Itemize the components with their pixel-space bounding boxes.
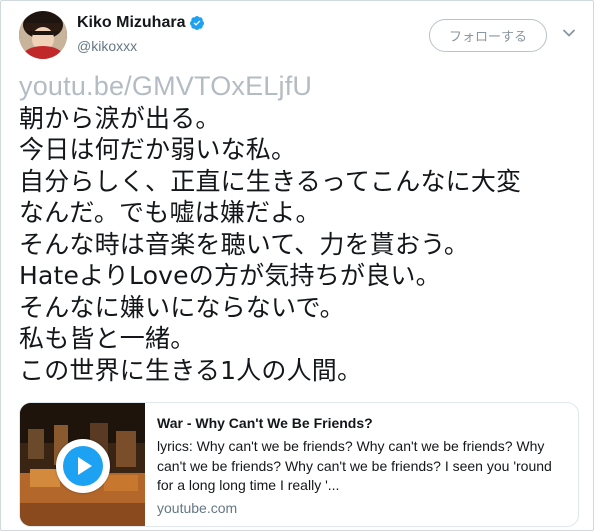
video-thumbnail[interactable] bbox=[20, 403, 145, 526]
tweet-line: 自分らしく、正直に生きるってこんなに大変 bbox=[19, 166, 522, 196]
card-description: lyrics: Why can't we be friends? Why can… bbox=[157, 438, 552, 493]
tweet-card: Kiko Mizuhara @kikoxxx フォローする youtu.be/G… bbox=[0, 0, 594, 531]
tweet-line: 今日は何だか弱いな私。 bbox=[19, 135, 297, 164]
link-preview-card[interactable]: War - Why Can't We Be Friends? lyrics: W… bbox=[19, 402, 579, 527]
tweet-text: youtu.be/GMVTOxELjfU 朝から涙が出る。 今日は何だか弱いな私… bbox=[19, 71, 579, 386]
tweet-line: この世界に生きる1人の人間。 bbox=[19, 355, 363, 385]
tweet-line: 私も皆と一緒。 bbox=[19, 324, 196, 353]
play-icon[interactable] bbox=[56, 439, 110, 493]
tweet-header: Kiko Mizuhara @kikoxxx フォローする bbox=[19, 11, 577, 61]
chevron-down-icon[interactable] bbox=[561, 25, 577, 41]
card-title: War - Why Can't We Be Friends? bbox=[157, 415, 373, 431]
card-domain: youtube.com bbox=[157, 499, 238, 516]
tweet-link[interactable]: youtu.be/GMVTOxELjfU bbox=[19, 71, 579, 103]
tweet-line: そんな時は音楽を聴いて、力を貰おう。 bbox=[19, 229, 470, 259]
author-block[interactable]: Kiko Mizuhara @kikoxxx bbox=[77, 12, 205, 56]
tweet-line: 朝から涙が出る。 bbox=[19, 103, 221, 133]
tweet-line: HateよりLoveの方が気持ちが良い。 bbox=[19, 261, 441, 290]
follow-button[interactable]: フォローする bbox=[429, 19, 547, 52]
author-display-name[interactable]: Kiko Mizuhara bbox=[77, 12, 185, 33]
tweet-line: なんだ。でも嘘は嫌だよ。 bbox=[19, 198, 321, 227]
author-name-row: Kiko Mizuhara bbox=[77, 12, 205, 33]
author-handle[interactable]: @kikoxxx bbox=[77, 36, 205, 56]
avatar[interactable] bbox=[19, 11, 67, 59]
tweet-line: そんなに嫌いにならないで。 bbox=[19, 292, 345, 322]
verified-badge-icon bbox=[189, 15, 205, 31]
card-content: War - Why Can't We Be Friends? lyrics: W… bbox=[157, 414, 566, 518]
